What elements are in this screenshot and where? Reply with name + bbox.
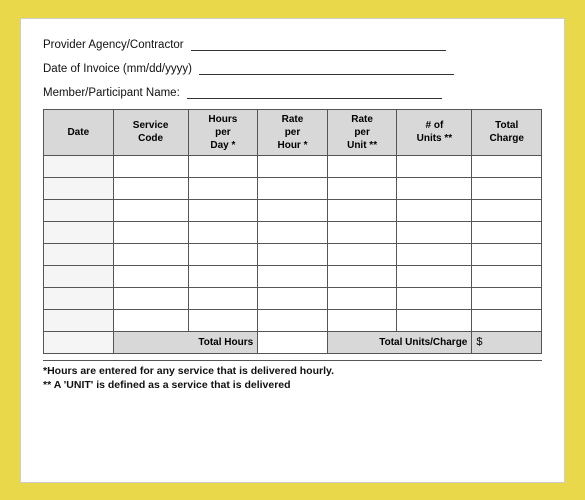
- cell-hours: [188, 309, 258, 331]
- note-line-2-text: ** A 'UNIT' is defined as a service that…: [43, 379, 291, 391]
- provider-input-line: [191, 37, 446, 51]
- cell-rate-hour: [258, 243, 328, 265]
- footer-notes: *Hours are entered for any service that …: [43, 360, 542, 391]
- cell-service-code: [113, 199, 188, 221]
- header-hours-per-day: HoursperDay *: [188, 109, 258, 155]
- table-row: [44, 177, 542, 199]
- cell-service-code: [113, 155, 188, 177]
- cell-num-units: [397, 221, 472, 243]
- cell-rate-unit: [327, 155, 397, 177]
- cell-rate-unit: [327, 221, 397, 243]
- cell-rate-unit: [327, 199, 397, 221]
- cell-rate-hour: [258, 177, 328, 199]
- footer-date-empty: [44, 331, 114, 353]
- cell-service-code: [113, 265, 188, 287]
- date-field-row: Date of Invoice (mm/dd/yyyy): [43, 61, 542, 75]
- cell-total: [472, 221, 542, 243]
- cell-total: [472, 309, 542, 331]
- cell-num-units: [397, 309, 472, 331]
- cell-rate-unit: [327, 287, 397, 309]
- header-total-charge: TotalCharge: [472, 109, 542, 155]
- header-service-code: ServiceCode: [113, 109, 188, 155]
- cell-date: [44, 309, 114, 331]
- cell-service-code: [113, 287, 188, 309]
- table-row: [44, 265, 542, 287]
- table-row: [44, 221, 542, 243]
- cell-hours: [188, 221, 258, 243]
- cell-service-code: [113, 221, 188, 243]
- cell-num-units: [397, 177, 472, 199]
- footer-total-units-label: Total Units/Charge: [327, 331, 472, 353]
- cell-hours: [188, 265, 258, 287]
- cell-hours: [188, 199, 258, 221]
- cell-rate-unit: [327, 243, 397, 265]
- cell-total: [472, 177, 542, 199]
- cell-service-code: [113, 309, 188, 331]
- cell-rate-hour: [258, 221, 328, 243]
- cell-rate-unit: [327, 177, 397, 199]
- member-label: Member/Participant Name:: [43, 87, 180, 99]
- cell-num-units: [397, 243, 472, 265]
- provider-field-row: Provider Agency/Contractor: [43, 37, 542, 51]
- footer-dollar: $: [472, 331, 542, 353]
- cell-total: [472, 265, 542, 287]
- cell-date: [44, 265, 114, 287]
- date-label: Date of Invoice (mm/dd/yyyy): [43, 63, 192, 75]
- member-field-row: Member/Participant Name:: [43, 85, 542, 99]
- cell-hours: [188, 243, 258, 265]
- note-line-1: *Hours are entered for any service that …: [43, 365, 542, 377]
- cell-num-units: [397, 199, 472, 221]
- provider-label: Provider Agency/Contractor: [43, 39, 184, 51]
- cell-total: [472, 243, 542, 265]
- header-date: Date: [44, 109, 114, 155]
- footer-hours-value: [258, 331, 328, 353]
- cell-num-units: [397, 287, 472, 309]
- table-row: [44, 287, 542, 309]
- cell-rate-hour: [258, 265, 328, 287]
- table-row: [44, 309, 542, 331]
- cell-rate-hour: [258, 199, 328, 221]
- table-footer-row: Total Hours Total Units/Charge $: [44, 331, 542, 353]
- cell-hours: [188, 177, 258, 199]
- footer-total-hours-label: Total Hours: [113, 331, 258, 353]
- header-num-units: # ofUnits **: [397, 109, 472, 155]
- date-input-line: [199, 61, 454, 75]
- cell-num-units: [397, 155, 472, 177]
- cell-date: [44, 243, 114, 265]
- table-row: [44, 243, 542, 265]
- cell-date: [44, 177, 114, 199]
- table-row: [44, 199, 542, 221]
- cell-rate-unit: [327, 309, 397, 331]
- table-row: [44, 155, 542, 177]
- member-input-line: [187, 85, 442, 99]
- cell-hours: [188, 287, 258, 309]
- cell-rate-hour: [258, 309, 328, 331]
- cell-date: [44, 221, 114, 243]
- cell-date: [44, 199, 114, 221]
- cell-date: [44, 155, 114, 177]
- cell-total: [472, 199, 542, 221]
- cell-rate-unit: [327, 265, 397, 287]
- cell-service-code: [113, 243, 188, 265]
- invoice-page: Provider Agency/Contractor Date of Invoi…: [20, 18, 565, 483]
- invoice-table: Date ServiceCode HoursperDay * RateperHo…: [43, 109, 542, 354]
- note-line-2: ** A 'UNIT' is defined as a service that…: [43, 379, 542, 391]
- cell-hours: [188, 155, 258, 177]
- cell-total: [472, 155, 542, 177]
- note-line-1-text: *Hours are entered for any service that …: [43, 365, 334, 377]
- header-rate-per-hour: RateperHour *: [258, 109, 328, 155]
- cell-rate-hour: [258, 287, 328, 309]
- cell-num-units: [397, 265, 472, 287]
- cell-date: [44, 287, 114, 309]
- header-rate-per-unit: RateperUnit **: [327, 109, 397, 155]
- cell-service-code: [113, 177, 188, 199]
- cell-total: [472, 287, 542, 309]
- cell-rate-hour: [258, 155, 328, 177]
